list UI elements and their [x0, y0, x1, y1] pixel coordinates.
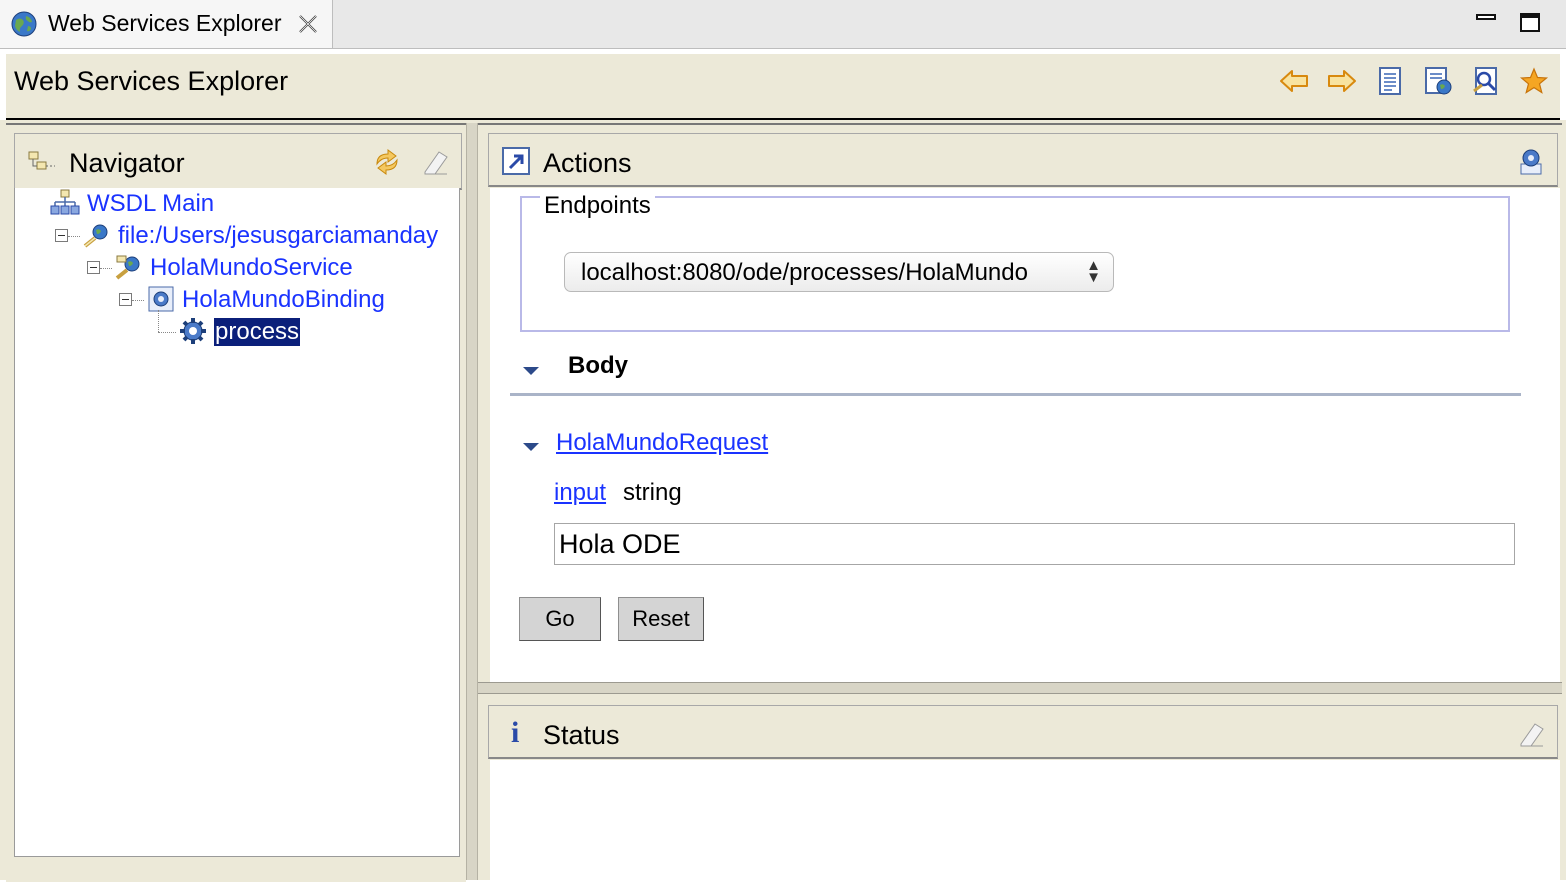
tree-collapse-toggle[interactable]	[87, 261, 100, 274]
source-view-icon[interactable]	[1515, 146, 1547, 178]
tree-item-operation-selected[interactable]: process	[214, 318, 301, 346]
view-tab-label: Web Services Explorer	[48, 10, 282, 36]
vertical-sash[interactable]	[466, 123, 478, 880]
favorites-star-icon[interactable]	[1518, 65, 1550, 97]
tree-connector	[68, 236, 80, 237]
service-icon	[114, 252, 144, 282]
tree-item-binding[interactable]: HolaMundoBinding	[182, 286, 385, 314]
reset-button[interactable]: Reset	[618, 597, 704, 641]
request-collapse-icon[interactable]	[523, 443, 539, 451]
actions-icon	[501, 146, 533, 178]
wsdl-page-icon[interactable]	[1470, 65, 1502, 97]
forward-arrow-icon[interactable]	[1326, 65, 1358, 97]
navigator-header: Navigator	[14, 133, 462, 190]
actions-header: Actions	[488, 133, 1558, 187]
minimize-icon[interactable]	[1474, 10, 1498, 34]
banner-title: Web Services Explorer	[14, 66, 289, 96]
tree-connector	[158, 310, 159, 332]
endpoint-select[interactable]: localhost:8080/ode/processes/HolaMundo ▲…	[564, 252, 1114, 292]
status-body	[490, 760, 1560, 880]
tree-connector	[132, 300, 144, 301]
back-arrow-icon[interactable]	[1278, 65, 1310, 97]
explorer-banner: Web Services Explorer	[6, 54, 1560, 120]
view-tab[interactable]: Web Services Explorer	[0, 0, 333, 48]
info-icon: i	[511, 716, 520, 749]
select-arrows-icon: ▲ ▼	[1086, 257, 1101, 286]
close-icon[interactable]	[296, 12, 320, 36]
operation-gear-icon	[178, 316, 208, 346]
tree-item-wsdl-file[interactable]: file:/Users/jesusgarciamanday	[118, 222, 438, 250]
globe-icon	[10, 10, 38, 38]
tree-collapse-toggle[interactable]	[55, 229, 68, 242]
endpoint-select-value: localhost:8080/ode/processes/HolaMundo	[581, 259, 1028, 286]
tree-connector	[100, 268, 112, 269]
actions-title: Actions	[543, 148, 632, 178]
tree-item-service[interactable]: HolaMundoService	[150, 254, 353, 282]
refresh-icon[interactable]	[371, 146, 403, 178]
tree-item-wsdl-main[interactable]: WSDL Main	[87, 190, 214, 218]
request-element-link[interactable]: HolaMundoRequest	[556, 429, 768, 457]
maximize-icon[interactable]	[1518, 10, 1542, 34]
wsdl-main-icon	[50, 188, 80, 218]
navigator-title: Navigator	[69, 148, 185, 178]
eraser-icon[interactable]	[1515, 718, 1547, 750]
tree-connector	[158, 332, 176, 333]
wsil-page-icon[interactable]	[1422, 65, 1454, 97]
body-divider	[510, 393, 1521, 396]
body-collapse-icon[interactable]	[523, 367, 539, 375]
input-value-field[interactable]	[554, 523, 1515, 565]
binding-icon	[146, 284, 176, 314]
input-param-link[interactable]: input	[554, 479, 606, 507]
eraser-icon[interactable]	[419, 146, 451, 178]
input-param-type: string	[623, 479, 682, 506]
body-section-label: Body	[568, 352, 628, 379]
endpoints-legend: Endpoints	[540, 192, 655, 220]
horizontal-sash[interactable]	[478, 682, 1562, 694]
uddi-page-icon[interactable]	[1374, 65, 1406, 97]
navigator-icon	[25, 146, 57, 178]
status-title: Status	[543, 720, 620, 750]
wsdl-file-icon	[82, 220, 112, 250]
status-header: i Status	[488, 705, 1558, 759]
tree-collapse-toggle[interactable]	[119, 293, 132, 306]
go-button[interactable]: Go	[519, 597, 601, 641]
